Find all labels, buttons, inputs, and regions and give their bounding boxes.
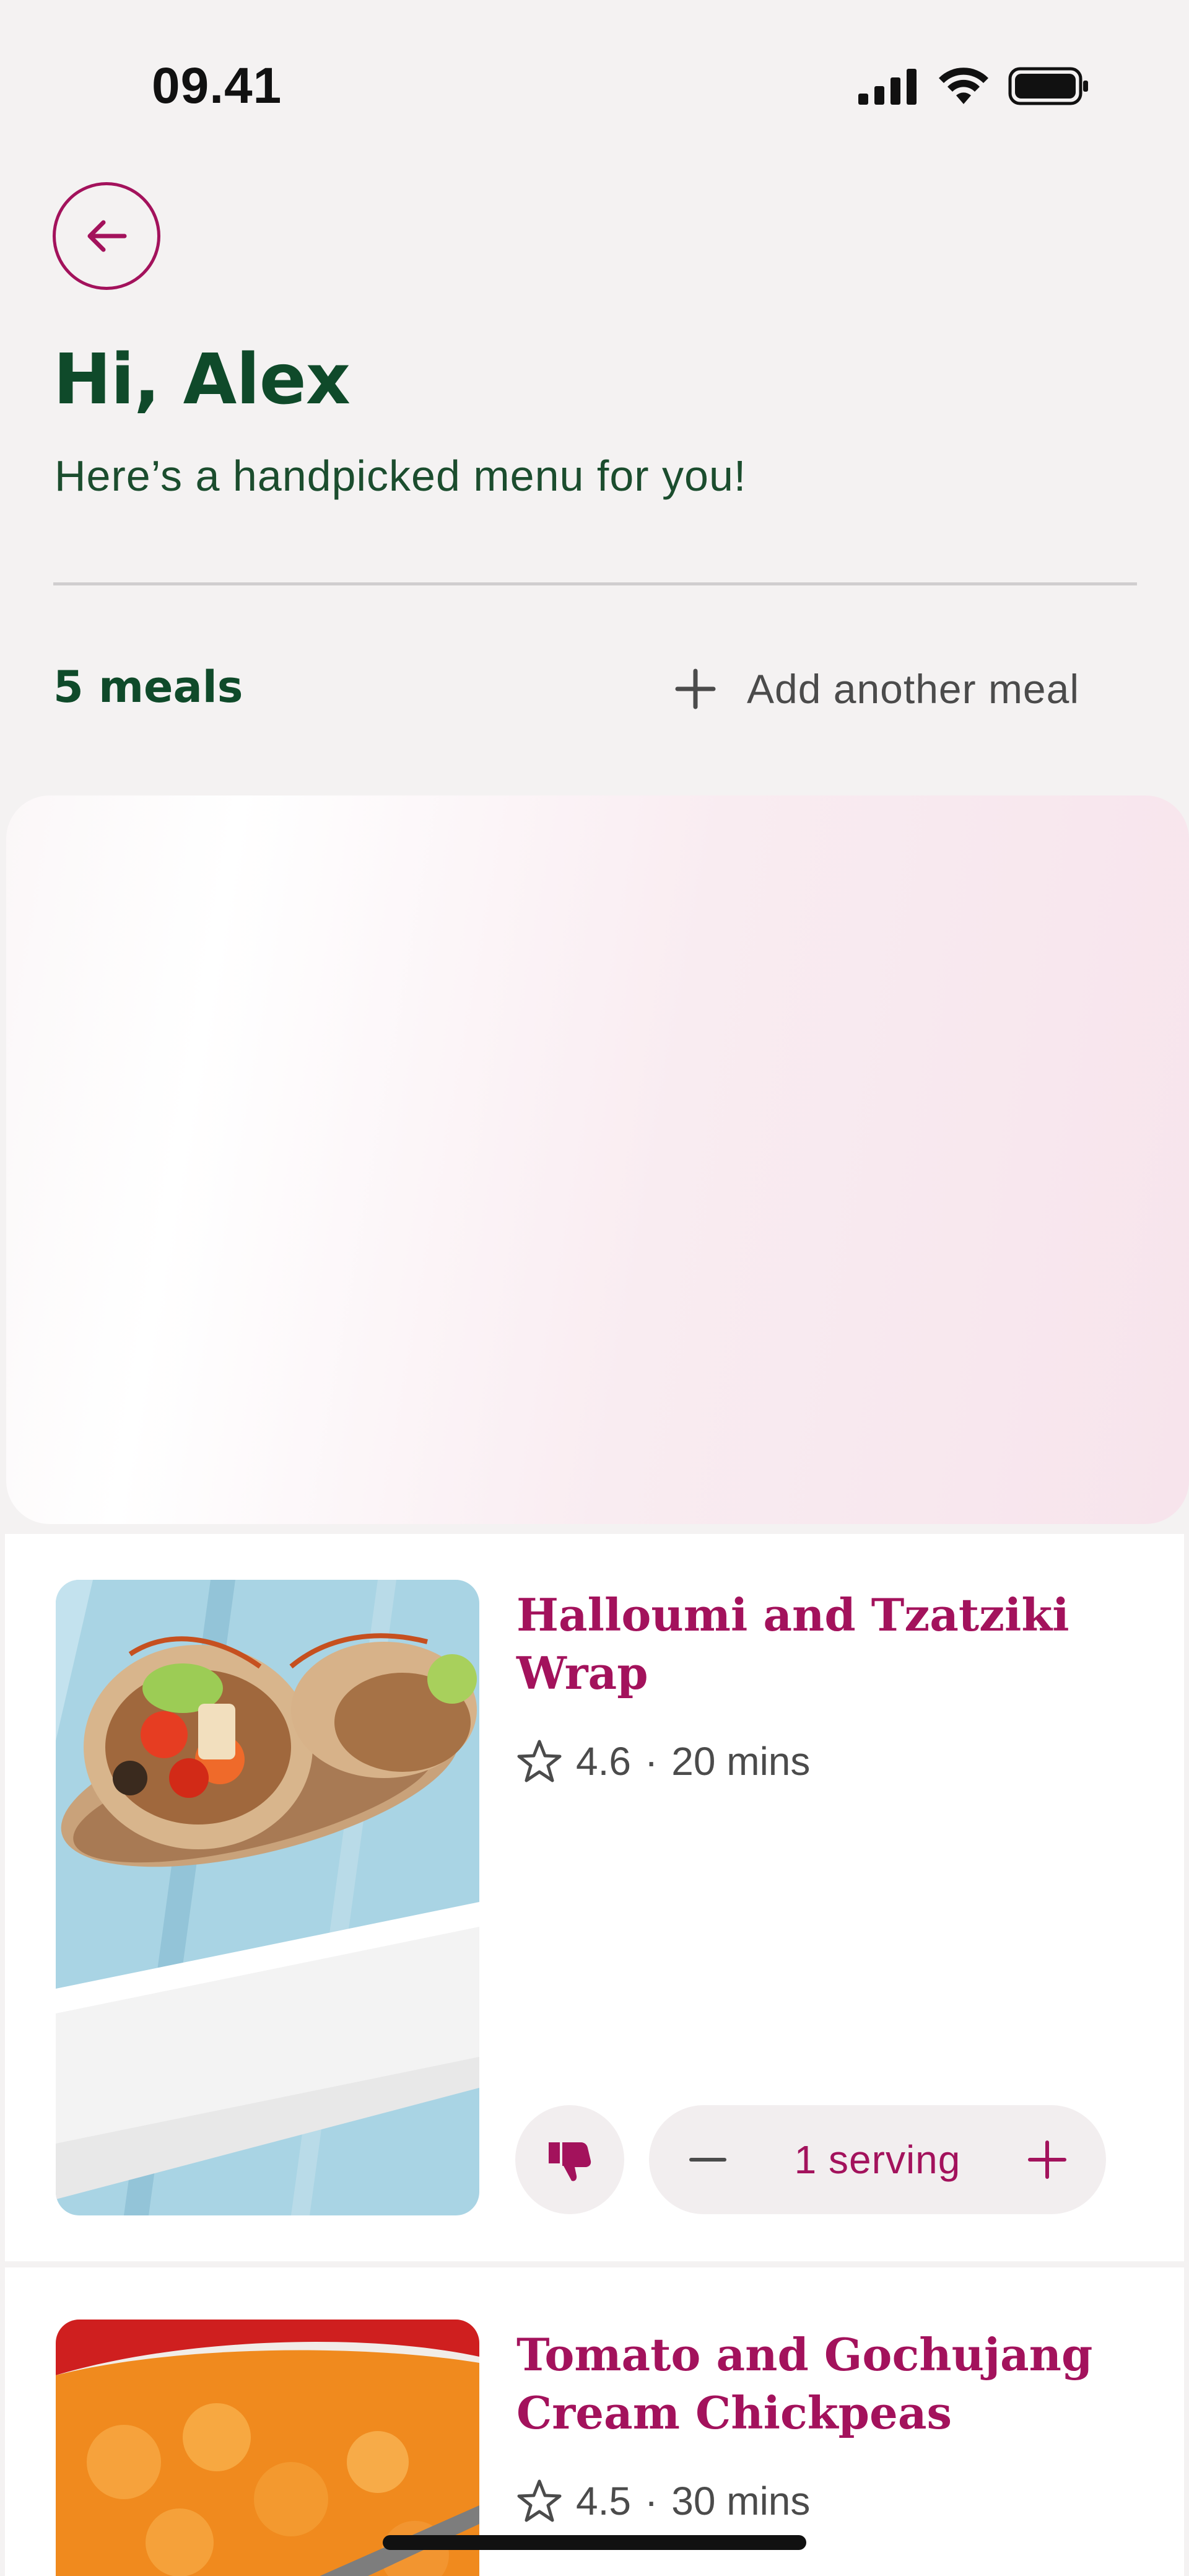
meal-duration: 20 mins — [671, 1739, 811, 1784]
home-indicator — [383, 2535, 806, 2550]
star-icon — [517, 1740, 562, 1782]
plus-icon — [1028, 2140, 1066, 2179]
meta-separator: · — [644, 2479, 658, 2523]
back-arrow-icon — [87, 220, 127, 252]
meal-card[interactable]: Halloumi and Tzatziki Wrap 4.6 · 20 mins… — [5, 1534, 1184, 2261]
status-icons — [857, 67, 1090, 105]
page-subtitle: Here’s a handpicked menu for you! — [54, 452, 747, 500]
battery-icon — [1008, 67, 1088, 105]
status-time: 09.41 — [152, 58, 282, 114]
serving-count: 1 serving — [794, 2137, 961, 2182]
meal-count: 5 meals — [53, 662, 243, 712]
dislike-button[interactable] — [515, 2105, 624, 2214]
meal-meta: 4.6 · 20 mins — [516, 1738, 810, 1784]
divider — [53, 582, 1137, 585]
meal-image — [56, 1580, 479, 2215]
meal-rating: 4.5 — [576, 2479, 631, 2523]
increase-serving-button[interactable] — [1026, 2138, 1069, 2181]
plus-icon — [675, 668, 716, 709]
add-meal-label: Add another meal — [747, 666, 1080, 712]
decrease-serving-button[interactable] — [686, 2138, 730, 2181]
status-bar: 09.41 — [0, 0, 1189, 124]
thumbs-down-icon — [549, 2142, 591, 2181]
serving-stepper: 1 serving — [649, 2105, 1106, 2214]
star-icon — [517, 2479, 562, 2522]
meal-title[interactable]: Tomato and Gochujang Cream Chickpeas — [516, 2326, 1136, 2442]
wifi-icon — [939, 68, 988, 104]
meal-card[interactable]: Tomato and Gochujang Cream Chickpeas 4.5… — [5, 2267, 1184, 2576]
meal-duration: 30 mins — [671, 2479, 811, 2523]
signal-icon — [858, 69, 917, 105]
add-meal-button[interactable]: Add another meal — [675, 658, 1079, 720]
meal-meta: 4.5 · 30 mins — [516, 2478, 810, 2524]
minus-icon — [689, 2158, 726, 2162]
meta-separator: · — [644, 1739, 658, 1784]
back-button[interactable] — [53, 182, 160, 290]
page-title: Hi, Alex — [53, 340, 351, 420]
meal-title[interactable]: Halloumi and Tzatziki Wrap — [516, 1586, 1136, 1702]
promo-banner[interactable] — [6, 795, 1189, 1524]
meal-rating: 4.6 — [576, 1739, 631, 1784]
